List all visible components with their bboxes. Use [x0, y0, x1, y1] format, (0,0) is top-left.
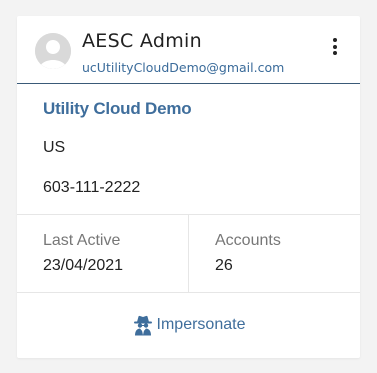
- last-active-stat: Last Active 23/04/2021: [17, 215, 188, 292]
- accounts-stat: Accounts 26: [188, 215, 360, 292]
- last-active-value: 23/04/2021: [43, 257, 124, 274]
- user-avatar-icon: [35, 33, 71, 69]
- admin-user-card: AESC Admin ucUtilityCloudDemo@gmail.com …: [17, 16, 360, 358]
- card-footer: Impersonate: [17, 293, 360, 359]
- company-phone: 603-111-2222: [43, 179, 141, 196]
- kebab-menu-icon[interactable]: [330, 38, 340, 58]
- company-info: Utility Cloud Demo US 603-111-2222: [17, 84, 360, 215]
- stats-row: Last Active 23/04/2021 Accounts 26: [17, 215, 360, 293]
- user-email: ucUtilityCloudDemo@gmail.com: [82, 60, 285, 75]
- impersonate-button[interactable]: Impersonate: [132, 314, 246, 336]
- accounts-label: Accounts: [215, 232, 281, 249]
- last-active-label: Last Active: [43, 232, 121, 249]
- company-country: US: [43, 139, 66, 156]
- user-name: AESC Admin: [82, 30, 202, 52]
- card-header: AESC Admin ucUtilityCloudDemo@gmail.com: [17, 16, 360, 84]
- spy-agent-icon: [133, 315, 152, 336]
- company-name-link[interactable]: Utility Cloud Demo: [43, 99, 192, 119]
- accounts-value: 26: [215, 257, 233, 274]
- impersonate-label: Impersonate: [156, 316, 246, 333]
